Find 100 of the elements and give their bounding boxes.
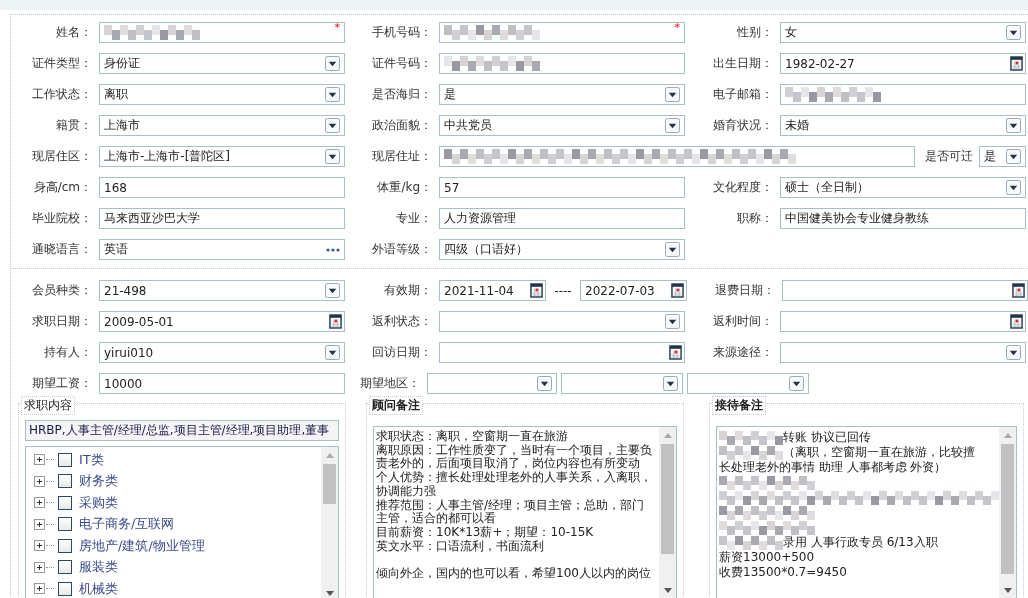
- note-line: 协调能力强: [376, 484, 437, 499]
- checkbox[interactable]: [58, 560, 72, 575]
- note-line: 薪资13000+500: [719, 550, 815, 565]
- checkbox[interactable]: [58, 495, 72, 510]
- input-field[interactable]: 人力资源管理: [439, 208, 685, 229]
- input-field[interactable]: *: [99, 22, 345, 43]
- dropdown[interactable]: 身份证: [99, 53, 345, 74]
- dropdown[interactable]: 未婚: [780, 115, 1026, 136]
- input-field[interactable]: 中国健美协会专业健身教练: [780, 208, 1026, 229]
- dropdown[interactable]: 女: [780, 22, 1026, 43]
- notes-textarea[interactable]: 转账 协议已回传 （离职，空窗期一直在旅游，比较擅 长处理老外的事情 助理 人事都考虑 外资） 录用 人事行政专员 6/13入职 薪资13000+500 收费13500*0.7=9450: [716, 426, 1017, 598]
- required-mark: *: [674, 21, 680, 34]
- field-label: 通晓语言：: [31, 241, 93, 258]
- notes-textarea[interactable]: 求职状态：离职，空窗期一直在旅游 离职原因：工作性质变了，当时有一个项目，主要负 责老外的，后面项目取消了，岗位内容也有所变动 个人优势：擅长处理处理老外的人事关系，入离职， 协调能力强 推荐范围：人事主管/经理；项目主管；总助，部门 主管，适合的都可以看 目前薪资：10K*13薪+；期望：10-15K 英文水平：口语流利，书面流利 倾向外企，国内的也可以看，希望100人以内的岗位: [373, 426, 677, 598]
- field-label: 专业：: [395, 210, 433, 227]
- input-field[interactable]: HRBP,人事主管/经理/总监,项目主管/经理,项目助理,董事: [25, 420, 339, 441]
- scrollbar[interactable]: [659, 427, 676, 598]
- field-label: 返利状态：: [371, 313, 433, 330]
- scrollbar[interactable]: [999, 427, 1016, 598]
- dropdown[interactable]: 是: [439, 84, 685, 105]
- dropdown[interactable]: yirui010: [99, 342, 345, 363]
- dropdown[interactable]: 上海市: [99, 115, 345, 136]
- field-label: 体重/kg：: [376, 179, 433, 196]
- lookup-field[interactable]: 英语: [99, 239, 345, 260]
- dropdown[interactable]: 硕士（全日制）: [780, 177, 1026, 198]
- note-line: 推荐范围：人事主管/经理；项目主管；总助，部门: [376, 498, 646, 512]
- expand-icon[interactable]: [34, 540, 45, 552]
- dropdown[interactable]: 21-498: [99, 280, 345, 301]
- scrollbar[interactable]: [321, 447, 338, 598]
- input-field[interactable]: *: [439, 22, 685, 43]
- field-label: 求职日期：: [31, 313, 93, 330]
- expand-icon[interactable]: [34, 475, 45, 487]
- dropdown[interactable]: 四级（口语好）: [439, 239, 685, 260]
- calendar-icon[interactable]: [1010, 314, 1023, 329]
- required-mark: *: [334, 21, 340, 34]
- input-field[interactable]: 10000: [99, 373, 345, 394]
- date-field[interactable]: 2021-11-04: [439, 280, 546, 301]
- checkbox[interactable]: [58, 517, 72, 532]
- date-field[interactable]: 1982-02-27: [780, 53, 1026, 74]
- note-line: 个人优势：擅长处理处理老外的人事关系，入离职，: [376, 471, 653, 485]
- category-label[interactable]: 电子商务/互联网: [79, 515, 175, 534]
- field-label: 持有人：: [43, 344, 93, 361]
- expand-icon[interactable]: [34, 454, 45, 466]
- category-label[interactable]: 财务类: [79, 472, 118, 491]
- field-label: 是否海归：: [371, 86, 433, 103]
- category-label[interactable]: 房地产/建筑/物业管理: [79, 536, 205, 555]
- field-label: 现居住址：: [371, 148, 433, 165]
- field-label: 婚育状况：: [712, 117, 774, 134]
- expand-icon[interactable]: [34, 583, 45, 595]
- category-label[interactable]: IT类: [79, 450, 104, 469]
- note-line: 目前薪资：10K*13薪+；期望：10-15K: [376, 525, 595, 540]
- date-field[interactable]: [780, 311, 1026, 332]
- date-field[interactable]: [439, 342, 685, 363]
- checkbox[interactable]: [58, 452, 72, 467]
- input-field[interactable]: [439, 146, 915, 167]
- input-field[interactable]: 57: [439, 177, 685, 198]
- field-label: 电子邮箱：: [712, 86, 774, 103]
- checkbox[interactable]: [58, 538, 72, 553]
- field-label: 退费日期：: [714, 282, 776, 299]
- dropdown[interactable]: 上海市-上海市-[普陀区]: [99, 146, 345, 167]
- category-label[interactable]: 机械类: [79, 579, 118, 598]
- field-label: 毕业院校：: [31, 210, 93, 227]
- date-field[interactable]: [782, 280, 1028, 301]
- category-label[interactable]: 服装类: [79, 558, 118, 577]
- calendar-icon[interactable]: [1012, 283, 1025, 298]
- note-line: 英文水平：口语流利，书面流利: [376, 539, 545, 554]
- checkbox[interactable]: [58, 474, 72, 489]
- date-field[interactable]: 2022-07-03: [580, 280, 687, 301]
- calendar-icon[interactable]: [530, 283, 543, 298]
- note-line: （离职，空窗期一直在旅游，比较擅: [783, 445, 975, 460]
- expand-icon[interactable]: [34, 497, 45, 509]
- field-label: 有效期：: [383, 282, 433, 299]
- calendar-icon[interactable]: [329, 314, 342, 329]
- expand-icon[interactable]: [34, 561, 45, 573]
- dropdown[interactable]: 中共党员: [439, 115, 685, 136]
- expand-icon[interactable]: [34, 518, 45, 530]
- note-line: 求职状态：离职，空窗期一直在旅游: [376, 430, 569, 444]
- dropdown[interactable]: 是: [979, 146, 1026, 167]
- field-label: 外语等级：: [371, 241, 433, 258]
- checkbox[interactable]: [58, 581, 72, 596]
- input-field[interactable]: 马来西亚沙巴大学: [99, 208, 345, 229]
- category-label[interactable]: 采购类: [79, 493, 118, 512]
- note-line: 长处理老外的事情 助理 人事都考虑 外资）: [719, 460, 947, 475]
- input-field[interactable]: [780, 84, 1026, 105]
- note-line: 责老外的，后面项目取消了，岗位内容也有所变动: [376, 457, 641, 471]
- field-label: 期望地区：: [359, 375, 421, 392]
- more-icon[interactable]: [326, 248, 340, 252]
- input-field[interactable]: [439, 53, 685, 74]
- note-line: 转账 协议已回传: [783, 430, 871, 445]
- panel-legend: 接待备注: [712, 396, 766, 415]
- calendar-icon[interactable]: [671, 283, 684, 298]
- dropdown[interactable]: 离职: [99, 84, 345, 105]
- note-line: 倾向外企，国内的也可以看，希望100人以内的岗位: [376, 567, 652, 581]
- calendar-icon[interactable]: [669, 345, 682, 360]
- field-label: 是否可迁: [924, 148, 974, 165]
- field-label: 政治面貌：: [371, 117, 433, 134]
- date-field[interactable]: 2009-05-01: [99, 311, 345, 332]
- field-label: 证件类型：: [31, 55, 93, 72]
- input-field[interactable]: 168: [99, 177, 345, 198]
- calendar-icon[interactable]: [1010, 56, 1023, 71]
